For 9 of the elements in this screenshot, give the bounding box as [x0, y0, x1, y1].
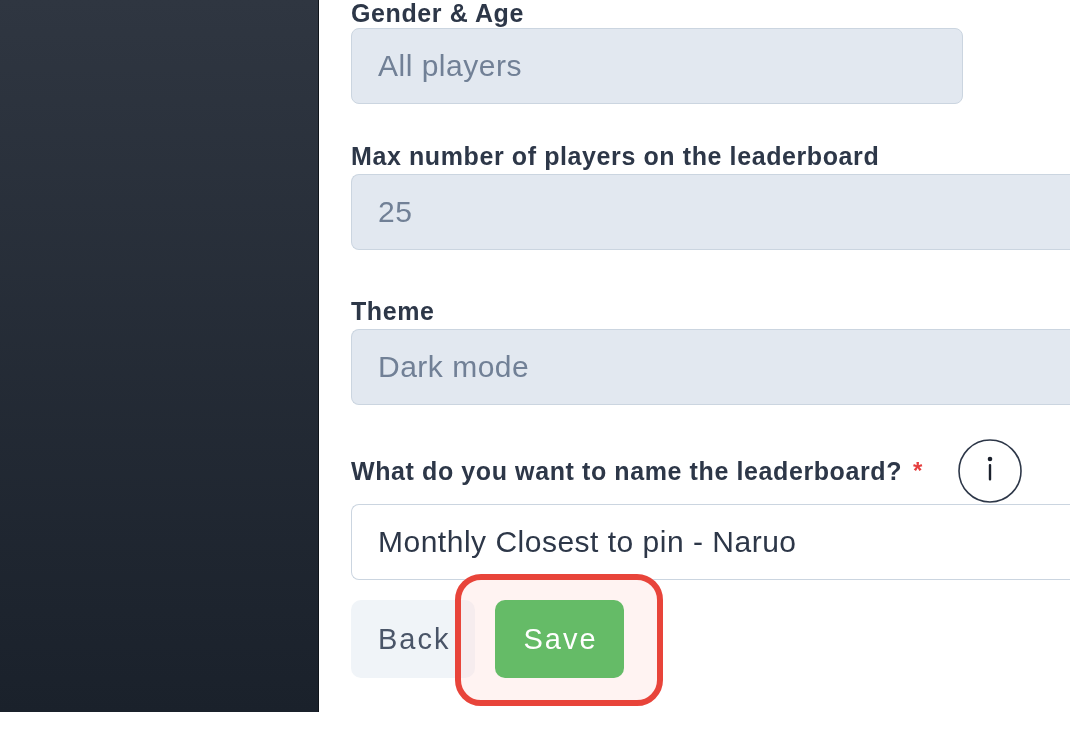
save-button[interactable]: Save — [495, 600, 624, 678]
required-mark: * — [913, 456, 923, 486]
field-label: What do you want to name the leaderboard? — [351, 456, 903, 486]
field-label: Theme — [351, 296, 435, 326]
input-field[interactable]: Monthly Closest to pin - Naruo — [351, 504, 1070, 580]
field-label: Max number of players on the leaderboard — [351, 141, 880, 171]
info-icon[interactable] — [958, 439, 1023, 503]
field-label: Gender & Age — [351, 0, 524, 26]
back-button[interactable]: Back — [351, 600, 476, 678]
